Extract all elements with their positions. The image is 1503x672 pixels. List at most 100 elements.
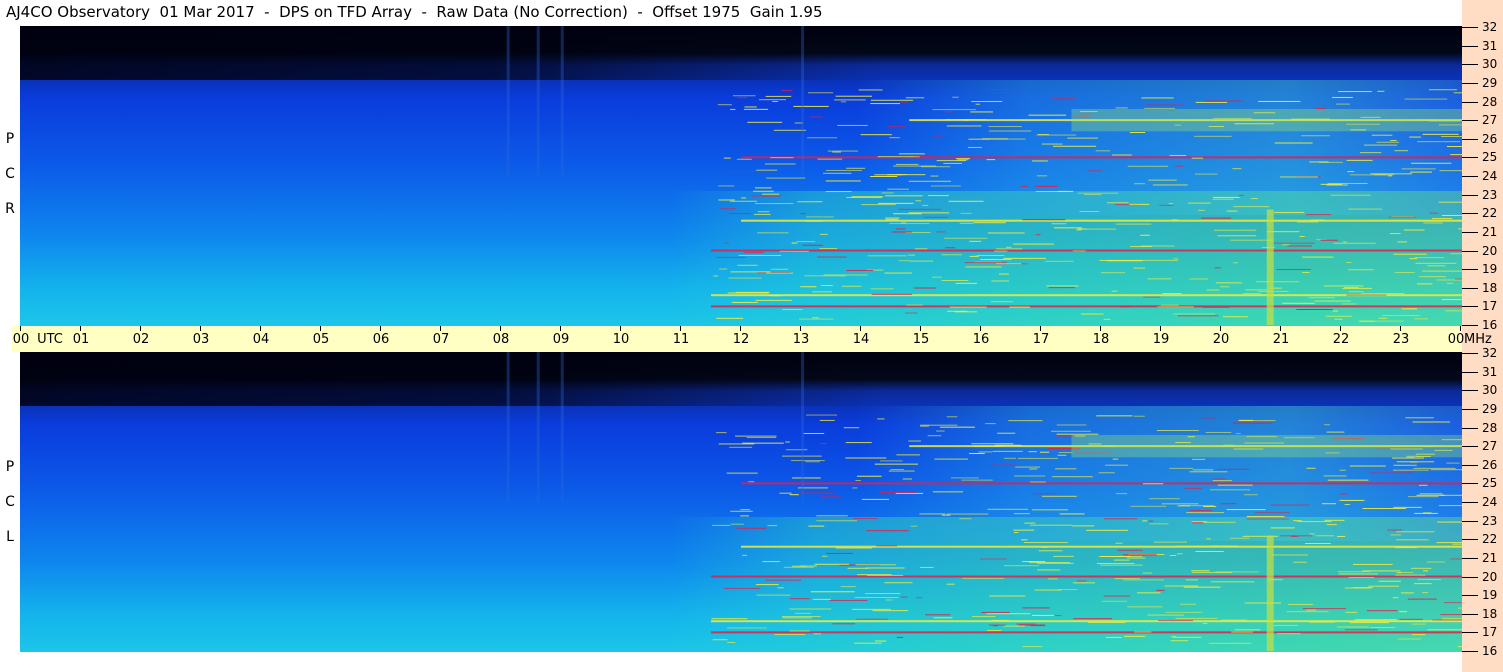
signal-speckle (806, 216, 835, 218)
signal-speckle (964, 119, 970, 121)
signal-speckle (729, 213, 751, 215)
signal-speckle (1015, 466, 1041, 468)
signal-speckle (729, 200, 758, 202)
spectrogram-features (506, 352, 1462, 651)
signal-speckle (1401, 308, 1417, 310)
signal-speckle (1143, 296, 1161, 298)
signal-speckle (777, 587, 784, 589)
signal-speckle (1422, 592, 1428, 594)
signal-speckle (1432, 619, 1462, 621)
signal-speckle (1058, 589, 1078, 591)
signal-speckle (1302, 608, 1346, 610)
signal-speckle (1398, 571, 1414, 573)
signal-speckle (1323, 475, 1347, 477)
signal-speckle (1397, 638, 1421, 640)
signal-speckle (1077, 228, 1087, 230)
time-label: 09 (552, 332, 570, 347)
signal-speckle (867, 255, 907, 257)
signal-speckle (1458, 228, 1462, 230)
utc-unit-label: UTC (37, 332, 63, 347)
lcp-freq-label: 27 (1482, 439, 1498, 453)
signal-speckle (737, 264, 758, 266)
signal-speckle (1457, 646, 1462, 648)
signal-speckle (791, 565, 807, 567)
signal-speckle (1156, 589, 1165, 591)
signal-speckle (1347, 171, 1355, 173)
signal-speckle (884, 272, 912, 274)
signal-speckle (1194, 135, 1232, 137)
signal-speckle (770, 268, 789, 270)
signal-speckle (1170, 640, 1189, 642)
rcp-freq-label: 19 (1482, 262, 1498, 276)
signal-speckle (898, 260, 910, 262)
time-tick (1040, 326, 1041, 331)
signal-speckle (843, 427, 860, 429)
signal-speckle (946, 125, 982, 127)
lcp-freq-label: 28 (1482, 421, 1498, 435)
signal-speckle (770, 157, 794, 159)
signal-speckle (1453, 92, 1462, 94)
interference-line (741, 482, 1462, 485)
signal-speckle (1194, 173, 1218, 175)
signal-speckle (1432, 218, 1453, 220)
signal-speckle (1191, 522, 1204, 524)
signal-speckle (914, 248, 928, 250)
lcp-spectrogram (20, 352, 1462, 652)
signal-speckle (1332, 96, 1353, 98)
signal-speckle (1112, 154, 1132, 156)
signal-speckle (888, 470, 915, 472)
interference-line (741, 156, 1462, 159)
signal-speckle (971, 443, 1014, 445)
signal-speckle (1411, 162, 1452, 164)
signal-speckle (1035, 191, 1069, 193)
signal-speckle (757, 232, 789, 234)
signal-speckle (1112, 458, 1119, 460)
signal-speckle (957, 159, 969, 161)
rcp-freq-label: 29 (1482, 76, 1498, 90)
signal-speckle (798, 492, 835, 494)
signal-speckle (1446, 282, 1454, 284)
time-label: 13 (792, 332, 810, 347)
signal-speckle (759, 99, 786, 101)
signal-speckle (1220, 286, 1230, 288)
signal-speckle (1198, 209, 1205, 211)
signal-speckle (1087, 170, 1103, 172)
signal-speckle (746, 437, 777, 439)
signal-speckle (1149, 523, 1169, 525)
signal-speckle (1147, 278, 1172, 280)
signal-speckle (1393, 464, 1417, 466)
time-label: 10 (612, 332, 630, 347)
signal-speckle (1377, 90, 1385, 92)
signal-speckle (820, 443, 827, 445)
signal-speckle (1306, 609, 1317, 611)
signal-speckle (1244, 602, 1281, 604)
signal-speckle (1250, 198, 1258, 200)
signal-speckle (991, 280, 1010, 282)
signal-speckle (987, 89, 1030, 91)
lcp-freq-tick (1462, 502, 1478, 503)
signal-speckle (799, 318, 834, 320)
high-band-activity (1071, 108, 1462, 132)
signal-speckle (1009, 306, 1030, 308)
signal-speckle (718, 185, 735, 187)
signal-speckle (969, 240, 982, 242)
signal-speckle (1458, 607, 1462, 609)
signal-speckle (1189, 471, 1228, 473)
signal-speckle (1277, 633, 1301, 635)
signal-speckle (885, 218, 899, 220)
signal-speckle (1229, 537, 1250, 539)
signal-speckle (1086, 529, 1129, 531)
signal-speckle (764, 163, 796, 165)
signal-speckle (1452, 543, 1462, 545)
signal-speckle (1438, 201, 1462, 203)
signal-speckle (774, 634, 806, 636)
signal-speckle (1133, 267, 1145, 269)
spectrogram-features (506, 26, 1462, 325)
signal-speckle (893, 213, 922, 215)
signal-speckle (1410, 567, 1432, 569)
signal-speckle (987, 508, 1029, 510)
time-tick (920, 326, 921, 331)
signal-speckle (855, 618, 889, 620)
signal-speckle (1191, 571, 1232, 573)
signal-speckle (1282, 302, 1315, 304)
